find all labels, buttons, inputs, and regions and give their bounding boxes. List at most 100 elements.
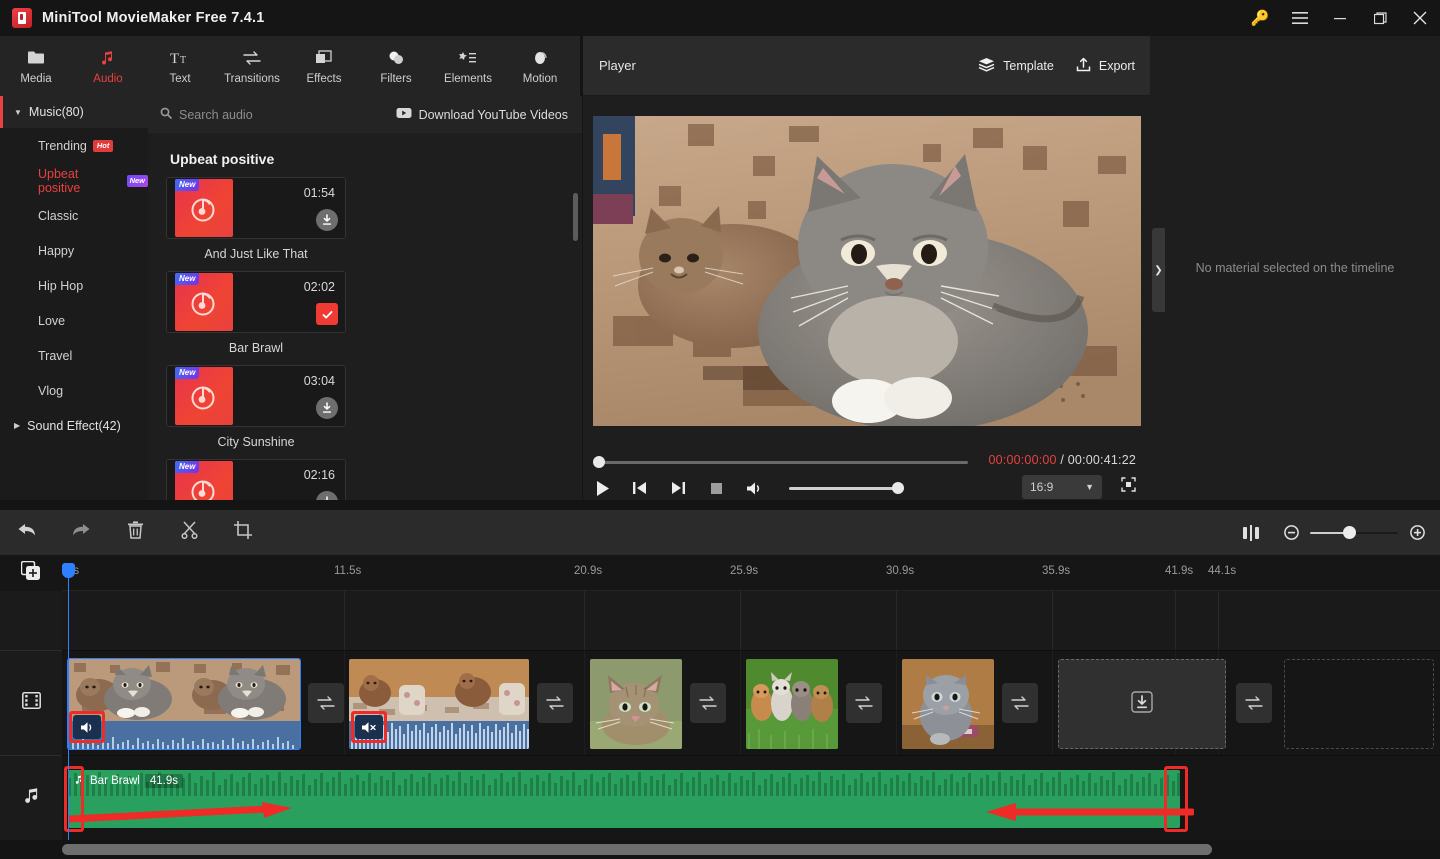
- sidebar-item-travel[interactable]: Travel: [0, 338, 148, 373]
- volume-icon[interactable]: [745, 479, 763, 497]
- hamburger-menu-icon[interactable]: [1280, 0, 1320, 36]
- transition-slot-5[interactable]: [1002, 683, 1038, 723]
- tab-label: Text: [169, 72, 191, 85]
- seek-slider[interactable]: [593, 455, 968, 469]
- list-item[interactable]: New 03:04 City Sunshine: [166, 365, 346, 449]
- add-media-button[interactable]: [0, 555, 62, 591]
- zoom-handle[interactable]: [1343, 525, 1357, 539]
- download-youtube-label: Download YouTube Videos: [418, 107, 568, 122]
- timeline-zoom-slider[interactable]: [1310, 525, 1398, 540]
- track-card[interactable]: New 02:02: [166, 271, 346, 333]
- timeline-ruler[interactable]: 0s 11.5s 20.9s 25.9s 30.9s 35.9s 41.9s 4…: [62, 555, 1440, 591]
- play-icon[interactable]: [593, 479, 611, 497]
- tab-motion[interactable]: Motion: [504, 36, 576, 96]
- tab-media[interactable]: Media: [0, 36, 72, 96]
- transition-slot-4[interactable]: [846, 683, 882, 723]
- media-drop-zone[interactable]: [1058, 659, 1226, 749]
- scrollbar-thumb[interactable]: [62, 844, 1212, 855]
- tab-filters[interactable]: Filters: [360, 36, 432, 96]
- search-icon: [160, 106, 172, 124]
- sidebar-item-happy[interactable]: Happy: [0, 233, 148, 268]
- split-button[interactable]: [162, 510, 216, 555]
- volume-slider[interactable]: [789, 481, 904, 495]
- timeline-lane-audio[interactable]: Bar Brawl 41.9s: [62, 756, 1440, 840]
- redo-icon: [71, 522, 91, 543]
- fullscreen-icon[interactable]: [1121, 477, 1136, 497]
- sidebar-item-trending[interactable]: Trending Hot: [0, 128, 148, 163]
- download-icon[interactable]: [316, 491, 338, 500]
- download-icon[interactable]: [316, 209, 338, 231]
- track-header-audio[interactable]: [0, 756, 62, 840]
- maximize-icon[interactable]: [1360, 0, 1400, 36]
- minimize-icon[interactable]: [1320, 0, 1360, 36]
- sidebar-item-vlog[interactable]: Vlog: [0, 373, 148, 408]
- track-header-video[interactable]: [0, 651, 62, 756]
- track-duration: 01:54: [303, 186, 335, 200]
- transition-slot-1[interactable]: [308, 683, 344, 723]
- sidebar-item-classic[interactable]: Classic: [0, 198, 148, 233]
- aspect-ratio-select[interactable]: 16:9 ▼: [1022, 475, 1102, 499]
- undo-button[interactable]: [0, 510, 54, 555]
- fit-to-window-icon[interactable]: [1240, 522, 1262, 544]
- table-row[interactable]: [902, 659, 994, 749]
- added-check-icon[interactable]: [316, 303, 338, 325]
- sidebar-group-sound-effect[interactable]: ▶ Sound Effect(42): [0, 408, 148, 443]
- download-youtube-button[interactable]: Download YouTube Videos: [396, 107, 568, 122]
- export-button[interactable]: Export: [1076, 57, 1135, 75]
- playhead[interactable]: [62, 563, 75, 840]
- timeline-lane-video[interactable]: [62, 651, 1440, 756]
- zoom-in-icon[interactable]: [1406, 522, 1428, 544]
- transition-slot-3[interactable]: [690, 683, 726, 723]
- stop-icon[interactable]: [707, 479, 725, 497]
- sidebar-group-music[interactable]: ▼ Music(80): [0, 96, 148, 128]
- sidebar-item-upbeat-positive[interactable]: Upbeat positive New: [0, 163, 148, 198]
- chevron-right-icon: ❯: [1154, 264, 1163, 276]
- zoom-out-icon[interactable]: [1280, 522, 1302, 544]
- browse-body[interactable]: Upbeat positive New 01:54 And Just Like …: [148, 133, 582, 500]
- clip-waveform: [68, 721, 300, 749]
- sidebar-item-hip-hop[interactable]: Hip Hop: [0, 268, 148, 303]
- template-button[interactable]: Template: [978, 57, 1054, 75]
- tab-transitions[interactable]: Transitions: [216, 36, 288, 96]
- list-item[interactable]: New 02:16 From Page to Practice: [166, 459, 346, 500]
- skip-next-icon[interactable]: [669, 479, 687, 497]
- redo-button[interactable]: [54, 510, 108, 555]
- table-row[interactable]: [590, 659, 682, 749]
- audio-clip-bar-brawl[interactable]: Bar Brawl 41.9s: [68, 770, 1180, 828]
- tab-text[interactable]: TT Text: [144, 36, 216, 96]
- table-row[interactable]: [67, 658, 301, 750]
- key-icon[interactable]: 🔑: [1240, 0, 1280, 36]
- playhead-handle[interactable]: [62, 563, 75, 578]
- delete-button[interactable]: [108, 510, 162, 555]
- timeline-horizontal-scrollbar[interactable]: [0, 840, 1440, 859]
- inspector-collapse-button[interactable]: ❯: [1152, 228, 1165, 312]
- tab-audio[interactable]: Audio: [72, 36, 144, 96]
- track-card[interactable]: New 02:16: [166, 459, 346, 500]
- timeline-lane-extra[interactable]: [62, 591, 1440, 651]
- empty-drop-zone[interactable]: [1284, 659, 1434, 749]
- list-item[interactable]: New 01:54 And Just Like That: [166, 177, 346, 261]
- track-card[interactable]: New 03:04: [166, 365, 346, 427]
- clip-volume-icon[interactable]: [73, 715, 101, 739]
- timeline-toolbar: [0, 510, 1440, 555]
- search-input[interactable]: [179, 107, 379, 122]
- browse-scrollbar[interactable]: [573, 193, 578, 241]
- filters-icon: [387, 48, 405, 68]
- sidebar-item-love[interactable]: Love: [0, 303, 148, 338]
- download-icon[interactable]: [316, 397, 338, 419]
- tab-effects[interactable]: Effects: [288, 36, 360, 96]
- tab-label: Effects: [306, 72, 342, 85]
- tab-elements[interactable]: Elements: [432, 36, 504, 96]
- seek-handle[interactable]: [593, 456, 605, 468]
- transition-slot-6[interactable]: [1236, 683, 1272, 723]
- hot-badge: Hot: [92, 139, 114, 152]
- crop-button[interactable]: [216, 510, 270, 555]
- transition-slot-2[interactable]: [537, 683, 573, 723]
- close-icon[interactable]: [1400, 0, 1440, 36]
- list-item[interactable]: New 02:02 Bar Brawl: [166, 271, 346, 355]
- skip-previous-icon[interactable]: [631, 479, 649, 497]
- clip-mute-icon[interactable]: [355, 715, 383, 739]
- volume-handle[interactable]: [892, 482, 904, 494]
- track-card[interactable]: New 01:54: [166, 177, 346, 239]
- table-row[interactable]: [746, 659, 838, 749]
